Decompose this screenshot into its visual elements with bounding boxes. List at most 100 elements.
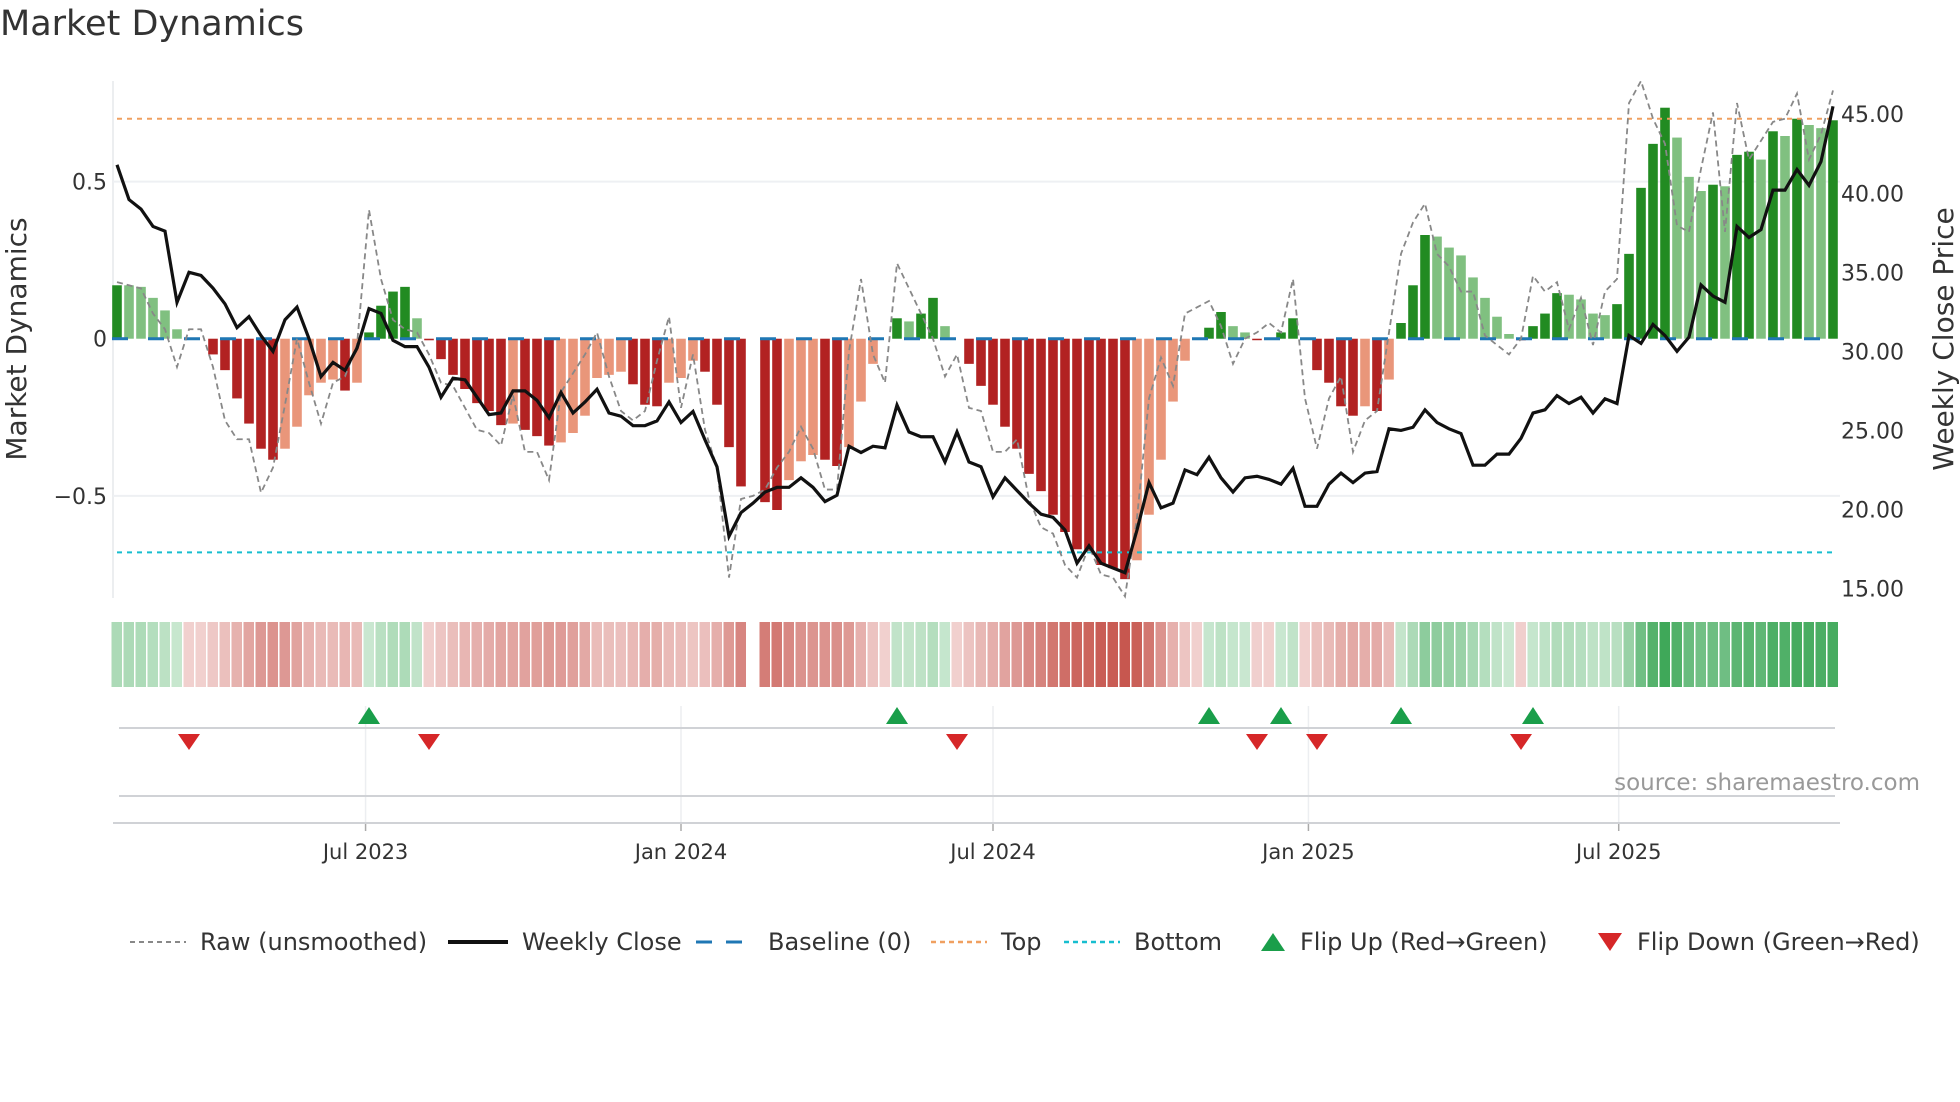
heat-cell-week-75 [999, 622, 1010, 687]
heat-cell-week-107 [1383, 622, 1394, 687]
bar-week-142 [1804, 125, 1814, 339]
heat-cell-week-116 [1491, 622, 1502, 687]
bar-week-1 [112, 285, 122, 339]
heat-cell-week-42 [603, 622, 614, 687]
bar-week-77 [1024, 338, 1034, 474]
heat-cell-week-26 [411, 622, 422, 687]
bar-week-113 [1456, 255, 1466, 339]
heat-cell-week-67 [903, 622, 914, 687]
flip-up-marker [1198, 707, 1220, 724]
heat-cell-week-101 [1311, 622, 1322, 687]
bar-week-109 [1408, 285, 1418, 339]
bar-week-111 [1432, 236, 1442, 339]
heat-cell-week-12 [243, 622, 254, 687]
legend-label: Weekly Close [522, 928, 682, 956]
flip-up-marker [1522, 707, 1544, 724]
heat-cell-week-29 [447, 622, 458, 687]
bar-week-47 [664, 338, 674, 383]
bar-week-59 [808, 338, 818, 455]
bar-week-36 [532, 338, 542, 437]
y-tick-label: −0.5 [54, 485, 107, 510]
heat-cell-week-102 [1323, 622, 1334, 687]
bar-week-126 [1612, 304, 1622, 339]
bar-week-50 [700, 338, 710, 372]
bar-week-115 [1480, 297, 1490, 339]
heat-cell-week-13 [255, 622, 266, 687]
bar-week-48 [676, 338, 686, 378]
legend-item-top: Top [931, 922, 1042, 962]
heat-cell-week-66 [891, 622, 902, 687]
heat-cell-week-50 [699, 622, 710, 687]
heat-cell-week-114 [1467, 622, 1478, 687]
heat-cell-week-137 [1743, 622, 1754, 687]
bar-week-19 [328, 338, 338, 380]
bar-week-106 [1372, 338, 1382, 411]
heat-cell-week-10 [219, 622, 230, 687]
bar-week-13 [256, 338, 266, 449]
bar-week-134 [1708, 184, 1718, 339]
heat-cell-week-28 [435, 622, 446, 687]
heat-cell-week-30 [459, 622, 470, 687]
triangle-down-icon [1598, 933, 1622, 951]
bar-week-27 [424, 338, 434, 341]
heat-cell-week-87 [1143, 622, 1154, 687]
heat-cell-week-14 [267, 622, 278, 687]
bar-week-43 [616, 338, 626, 372]
heat-cell-week-65 [879, 622, 890, 687]
heat-cell-week-130 [1659, 622, 1670, 687]
heat-cell-week-123 [1575, 622, 1586, 687]
bar-week-131 [1672, 137, 1682, 339]
heat-cell-week-64 [867, 622, 878, 687]
heat-cell-week-21 [351, 622, 362, 687]
heat-cell-week-135 [1719, 622, 1730, 687]
heat-cell-week-49 [687, 622, 698, 687]
heat-cell-week-73 [975, 622, 986, 687]
bar-week-29 [448, 338, 458, 375]
heat-cell-week-39 [567, 622, 578, 687]
bar-week-79 [1048, 338, 1058, 515]
legend-label: Top [1001, 928, 1042, 956]
heat-cell-week-97 [1263, 622, 1274, 687]
heat-cell-week-113 [1455, 622, 1466, 687]
y-right-tick-label: 30.00 [1841, 340, 1904, 365]
legend-item-flip-down: Flip Down (Green→Red) [1597, 922, 1920, 962]
heat-cell-week-24 [387, 622, 398, 687]
heat-cell-week-76 [1011, 622, 1022, 687]
heat-cell-week-103 [1335, 622, 1346, 687]
bar-week-5 [160, 310, 170, 339]
heat-cell-week-99 [1287, 622, 1298, 687]
heat-cell-week-142 [1803, 622, 1814, 687]
dotted-line-icon [931, 940, 987, 944]
bar-week-96 [1252, 338, 1262, 341]
heat-cell-week-8 [195, 622, 206, 687]
heat-cell-week-117 [1503, 622, 1514, 687]
dotted-line-icon [1064, 940, 1120, 944]
heat-cell-week-2 [123, 622, 134, 687]
heat-cell-week-37 [543, 622, 554, 687]
bar-week-35 [520, 338, 530, 430]
heat-cell-week-56 [771, 622, 782, 687]
heat-cell-week-141 [1791, 622, 1802, 687]
tick-labels: 0.5 0 −0.5 45.00 40.00 35.00 30.00 25.00 20.00 15… [54, 103, 1904, 864]
flip-down-marker [1246, 734, 1268, 750]
heat-cell-week-126 [1611, 622, 1622, 687]
y-right-tick-label: 15.00 [1841, 578, 1904, 603]
bar-week-121 [1552, 293, 1562, 339]
heat-cell-week-74 [987, 622, 998, 687]
flip-up-marker [1270, 707, 1292, 724]
heat-cell-week-51 [711, 622, 722, 687]
heat-cell-week-33 [495, 622, 506, 687]
heat-cell-week-9 [207, 622, 218, 687]
heat-cell-week-19 [327, 622, 338, 687]
heat-cell-week-1 [111, 622, 122, 687]
heat-cell-week-45 [639, 622, 650, 687]
dashed-line-icon [696, 940, 754, 944]
heat-cell-week-105 [1359, 622, 1370, 687]
heat-cell-week-111 [1431, 622, 1442, 687]
y-axis-label-right: Weekly Close Price [1927, 207, 1960, 470]
flip-up-marker [886, 707, 908, 724]
bar-week-70 [940, 326, 950, 339]
heat-cell-week-109 [1407, 622, 1418, 687]
heat-cell-week-131 [1671, 622, 1682, 687]
heat-cell-week-118 [1515, 622, 1526, 687]
